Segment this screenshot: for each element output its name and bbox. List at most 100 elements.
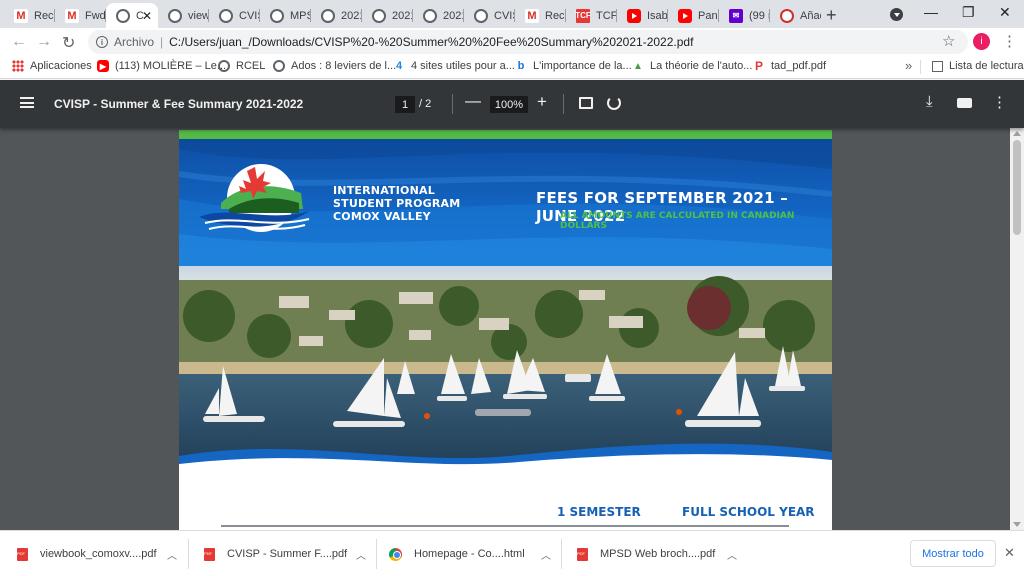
chevron-up-icon[interactable]: ︿ (727, 547, 737, 562)
forward-arrow-icon[interactable]: → (36, 33, 52, 51)
table-divider (221, 525, 789, 527)
tab-label: 2021 (341, 9, 362, 22)
bookmark-rcel[interactable]: RCEL (218, 60, 265, 72)
youtube-icon: ▶ (97, 60, 109, 72)
tab-recil-2[interactable]: M Recil (515, 3, 566, 28)
bookmarks-overflow-button[interactable]: » (905, 58, 912, 73)
reload-icon[interactable]: ↻ (62, 33, 75, 53)
tab-label: 2021 (392, 9, 413, 22)
download-icon[interactable]: ⤓ (926, 93, 933, 110)
bookmark-ados[interactable]: Ados : 8 leviers de l... (273, 60, 396, 72)
bookmark-4-sites[interactable]: 4 4 sites utiles pour a... (393, 60, 515, 72)
bookmark-label: L'importance de la... (533, 60, 632, 72)
profile-avatar[interactable]: i (973, 33, 990, 50)
tab-cvis-2[interactable]: CVIS (464, 3, 515, 28)
tab-view[interactable]: view (158, 3, 209, 28)
new-tab-button[interactable]: + (826, 5, 837, 26)
tab-label: Fwd: (85, 9, 106, 22)
browser-menu-icon[interactable]: ⋮ (1002, 32, 1017, 50)
bookmark-theorie[interactable]: ▲ La théorie de l'auto... (632, 60, 752, 72)
tab-pane[interactable]: Pane (668, 3, 719, 28)
tab-label: Añad (800, 9, 821, 22)
tab-cvis-1[interactable]: CVIS (209, 3, 260, 28)
bookmark-moliere[interactable]: ▶ (113) MOLIÈRE – Le... (97, 60, 226, 72)
bookmark-star-icon[interactable]: ☆ (942, 32, 955, 50)
bookmark-label: tad_pdf.pdf (771, 60, 827, 72)
tab-label: (99 r (749, 9, 770, 22)
download-item[interactable]: CVISP - Summer F....pdf ︿ (204, 531, 376, 576)
tab-anad[interactable]: Añad (770, 3, 821, 28)
download-item[interactable]: Homepage - Co....html ︿ (389, 531, 561, 576)
browser-toolbar: ← → ↻ i Archivo | C:/Users/juan_/Downloa… (0, 28, 1024, 56)
column-header-semester: 1 SEMESTER (557, 505, 641, 519)
url-text[interactable]: C:/Users/juan_/Downloads/CVISP%20-%20Sum… (169, 35, 693, 49)
reading-list-button[interactable]: Lista de lectura (932, 60, 1024, 72)
pdf-file-icon (577, 547, 588, 561)
close-tab-icon[interactable]: ✕ (142, 9, 152, 23)
chevron-up-icon[interactable]: ︿ (167, 547, 177, 562)
pdf-viewer-toolbar: CVISP - Summer & Fee Summary 2021-2022 1… (0, 80, 1024, 128)
tab-yahoo-mail[interactable]: ✉ (99 r (719, 3, 770, 28)
minimize-button[interactable]: — (924, 4, 938, 20)
fees-table-header: 1 SEMESTER FULL SCHOOL YEAR (179, 471, 832, 530)
tab-2021-2[interactable]: 2021 (362, 3, 413, 28)
tab-label: CVIS (494, 9, 515, 22)
reading-list-label: Lista de lectura (949, 60, 1024, 72)
back-arrow-icon[interactable]: ← (11, 33, 27, 51)
bookmark-tad-pdf[interactable]: Ptad_pdf.pdf (753, 59, 827, 73)
info-icon[interactable]: i (96, 36, 108, 48)
fit-to-page-icon[interactable] (579, 97, 593, 109)
tab-active-pdf[interactable]: C ✕ (106, 3, 158, 28)
download-filename: viewbook_comoxv....pdf (40, 548, 157, 560)
maximize-button[interactable]: ❐ (962, 4, 975, 21)
show-all-button[interactable]: Mostrar todo (910, 540, 996, 567)
print-icon[interactable] (957, 98, 972, 108)
tab-2021-3[interactable]: 2021 (413, 3, 464, 28)
close-icon[interactable]: ✕ (1004, 545, 1015, 561)
sailboats-photo (179, 266, 832, 471)
bookmark-importance[interactable]: b L'importance de la... (515, 60, 632, 72)
zoom-out-button[interactable]: — (465, 93, 481, 111)
program-logo (199, 164, 310, 232)
download-item[interactable]: viewbook_comoxv....pdf ︿ (17, 531, 187, 576)
bookmarks-bar: Aplicaciones ▶ (113) MOLIÈRE – Le... RCEL… (0, 56, 1024, 79)
vertical-scrollbar[interactable] (1010, 128, 1024, 530)
scroll-up-arrow-icon[interactable] (1013, 131, 1021, 136)
download-item[interactable]: MPSD Web broch....pdf ︿ (577, 531, 747, 576)
tab-search-icon[interactable] (890, 8, 903, 21)
tab-recil-1[interactable]: M Recil (4, 3, 55, 28)
zoom-in-button[interactable]: + (537, 92, 547, 112)
tab-label: 2021 (443, 9, 464, 22)
bookmark-apps[interactable]: Aplicaciones (12, 60, 92, 72)
reading-list-icon (932, 60, 943, 72)
rotate-icon[interactable] (607, 96, 621, 110)
more-options-icon[interactable]: ⋮ (992, 93, 1007, 111)
b-icon: b (517, 60, 525, 72)
triangle-logo-icon: ▲ (633, 60, 643, 72)
pdf-canvas[interactable]: INTERNATIONAL STUDENT PROGRAM COMOX VALL… (0, 128, 1010, 530)
tab-2021-1[interactable]: 2021 (311, 3, 362, 28)
menu-hamburger-icon[interactable] (20, 97, 34, 108)
address-bar[interactable]: i Archivo | C:/Users/juan_/Downloads/CVI… (88, 30, 968, 54)
yahoo-mail-icon: ✉ (729, 8, 743, 23)
bookmark-label: La théorie de l'auto... (650, 60, 753, 72)
zoom-level-input[interactable]: 100% (490, 96, 528, 113)
close-window-button[interactable]: ✕ (999, 4, 1011, 21)
tab-mps[interactable]: MPS (260, 3, 311, 28)
scheme-label: Archivo (114, 35, 155, 49)
bookmark-label: (113) MOLIÈRE – Le... (115, 60, 227, 72)
tab-fwd[interactable]: M Fwd: (55, 3, 106, 28)
tab-isab[interactable]: Isab (617, 3, 668, 28)
chevron-up-icon[interactable]: ︿ (356, 547, 366, 562)
globe-icon (423, 8, 437, 23)
chevron-up-icon[interactable]: ︿ (541, 547, 551, 562)
scrollbar-thumb[interactable] (1013, 140, 1021, 235)
page-number-input[interactable]: 1 (395, 96, 415, 113)
program-name-line-2: STUDENT PROGRAM (333, 197, 461, 210)
divider (188, 539, 189, 569)
bookmark-label: Ados : 8 leviers de l... (291, 60, 397, 72)
scroll-down-arrow-icon[interactable] (1013, 522, 1021, 527)
tab-tcf[interactable]: TCF TCF (566, 3, 617, 28)
divider (920, 60, 921, 74)
apps-grid-icon (12, 60, 24, 72)
